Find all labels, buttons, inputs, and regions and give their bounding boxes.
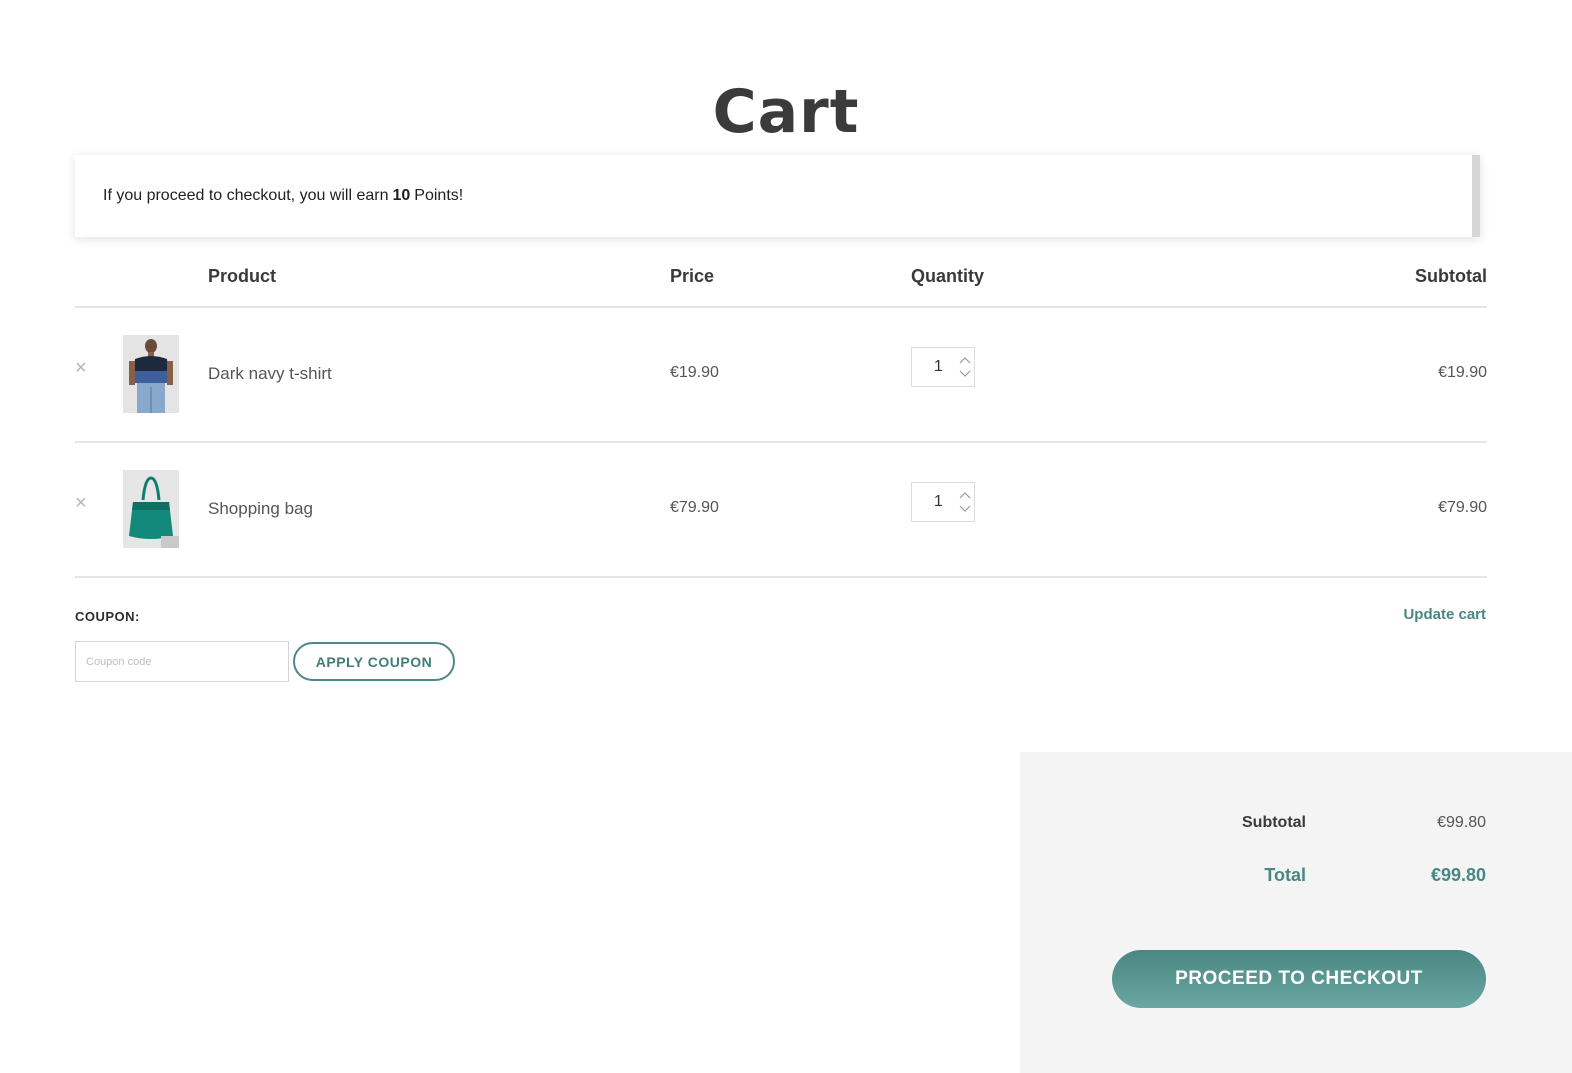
product-name[interactable]: Dark navy t-shirt xyxy=(208,364,332,384)
line-subtotal: €79.90 xyxy=(1438,499,1487,516)
cart-table-header: Product Price Quantity Subtotal xyxy=(75,256,1487,308)
product-price: €79.90 xyxy=(670,499,719,516)
product-name[interactable]: Shopping bag xyxy=(208,499,313,519)
chevron-up-icon[interactable] xyxy=(959,491,971,499)
notice-suffix: Points! xyxy=(414,187,464,204)
page-title: Cart xyxy=(712,77,860,148)
chevron-down-icon[interactable] xyxy=(959,370,971,378)
chevron-up-icon[interactable] xyxy=(959,356,971,364)
remove-item-icon[interactable]: × xyxy=(75,358,91,378)
totals-total-value: €99.80 xyxy=(1430,865,1486,885)
totals-subtotal-label: Subtotal xyxy=(1242,814,1306,831)
header-price: Price xyxy=(670,266,715,286)
points-notice: If you proceed to checkout, you will ear… xyxy=(75,155,1480,237)
notice-points: 10 xyxy=(392,187,411,204)
totals-subtotal-value: €99.80 xyxy=(1437,814,1486,831)
update-cart-link[interactable]: Update cart xyxy=(1403,606,1486,623)
header-quantity: Quantity xyxy=(911,266,985,286)
line-subtotal: €19.90 xyxy=(1438,364,1487,381)
header-subtotal: Subtotal xyxy=(1415,266,1487,286)
chevron-down-icon[interactable] xyxy=(959,505,971,513)
quantity-value[interactable]: 1 xyxy=(912,358,957,376)
quantity-stepper[interactable]: 1 xyxy=(911,347,975,387)
proceed-to-checkout-button[interactable]: PROCEED TO CHECKOUT xyxy=(1112,950,1486,1008)
quantity-stepper[interactable]: 1 xyxy=(911,482,975,522)
notice-prefix: If you proceed to checkout, you will ear… xyxy=(103,187,389,204)
teal-bag-image[interactable] xyxy=(123,470,179,548)
table-row: × Dark navy t-shirt €19.90 1 €19.90 xyxy=(75,308,1487,443)
coupon-input[interactable] xyxy=(75,641,289,682)
product-price: €19.90 xyxy=(670,364,719,381)
tshirt-model-image[interactable] xyxy=(123,335,179,413)
remove-item-icon[interactable]: × xyxy=(75,493,91,513)
quantity-value[interactable]: 1 xyxy=(912,493,957,511)
coupon-label: COUPON: xyxy=(75,609,140,624)
cart-totals-panel: Subtotal €99.80 Total €99.80 PROCEED TO … xyxy=(1020,752,1572,1073)
cart-table: Product Price Quantity Subtotal × Dark n… xyxy=(75,256,1487,578)
apply-coupon-button[interactable]: APPLY COUPON xyxy=(293,642,455,681)
totals-total-label: Total xyxy=(1264,865,1306,885)
header-product: Product xyxy=(208,266,277,286)
table-row: × Shopping bag €79.90 1 €79.90 xyxy=(75,443,1487,578)
